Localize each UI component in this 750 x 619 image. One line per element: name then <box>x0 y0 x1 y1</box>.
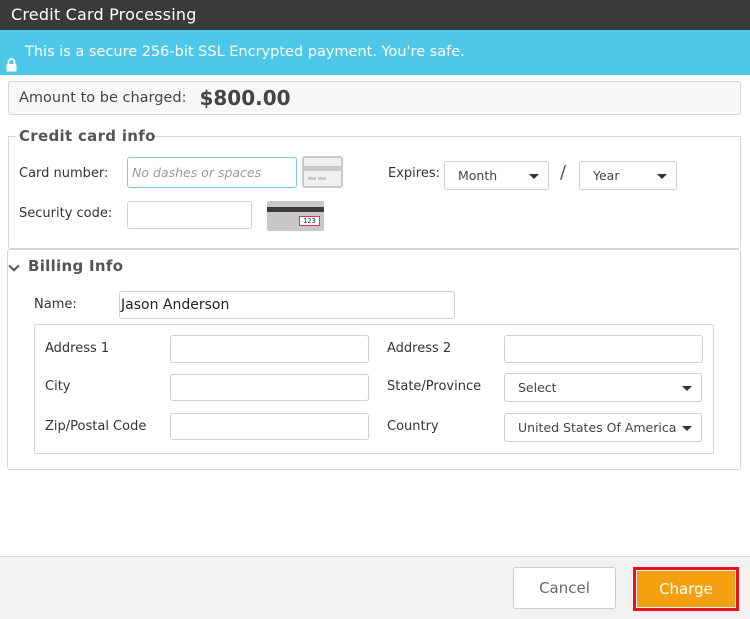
chevron-down-icon <box>529 173 539 179</box>
expiry-month-select[interactable]: Month <box>444 161 549 190</box>
expiry-separator: / <box>560 162 567 183</box>
country-select[interactable]: United States Of America <box>504 413 702 442</box>
window-title: Credit Card Processing <box>0 0 750 30</box>
chevron-down-icon <box>657 173 667 179</box>
charge-button[interactable]: Charge <box>637 571 735 607</box>
security-code-input[interactable] <box>127 201 252 229</box>
state-value: Select <box>518 380 557 395</box>
amount-label: Amount to be charged: <box>19 90 187 106</box>
card-number-placeholder: No dashes or spaces <box>132 165 262 180</box>
country-value: United States Of America <box>518 420 677 435</box>
expires-label: Expires: <box>388 166 440 181</box>
zip-label: Zip/Postal Code <box>45 419 147 434</box>
state-label: State/Province <box>387 379 482 394</box>
chevron-down-icon <box>682 385 692 391</box>
city-input[interactable] <box>170 374 369 401</box>
address2-input[interactable] <box>504 335 703 363</box>
country-label: Country <box>387 419 439 434</box>
lock-icon <box>6 46 17 71</box>
billing-section-title[interactable]: Billing Info <box>28 257 123 275</box>
amount-value: $800.00 <box>199 86 291 110</box>
secure-banner: This is a secure 256-bit SSL Encrypted p… <box>0 30 750 75</box>
expiry-month-value: Month <box>458 168 498 183</box>
name-value: Jason Anderson <box>121 297 230 313</box>
chevron-down-icon <box>682 425 692 431</box>
card-number-label: Card number: <box>19 166 109 181</box>
security-code-label: Security code: <box>19 206 113 221</box>
secure-banner-text: This is a secure 256-bit SSL Encrypted p… <box>25 44 465 60</box>
city-label: City <box>45 379 71 394</box>
state-select[interactable]: Select <box>504 373 702 402</box>
name-input[interactable]: Jason Anderson <box>119 291 455 319</box>
section-border <box>8 136 16 137</box>
section-border <box>151 136 741 137</box>
credit-card-section-title: Credit card info <box>19 127 156 145</box>
address1-label: Address 1 <box>45 341 110 356</box>
credit-card-section <box>8 136 741 249</box>
name-label: Name: <box>34 297 77 312</box>
cvv-card-icon: 123 <box>267 201 324 231</box>
address2-label: Address 2 <box>387 341 452 356</box>
address1-input[interactable] <box>170 335 369 363</box>
card-number-input[interactable]: No dashes or spaces <box>127 157 297 188</box>
zip-input[interactable] <box>170 413 369 440</box>
credit-card-icon <box>302 156 343 188</box>
expiry-year-select[interactable]: Year <box>579 161 677 190</box>
expiry-year-value: Year <box>593 168 620 183</box>
amount-panel: Amount to be charged: $800.00 <box>8 81 741 115</box>
cvv-icon-text: 123 <box>299 216 320 226</box>
cancel-button[interactable]: Cancel <box>513 567 616 609</box>
